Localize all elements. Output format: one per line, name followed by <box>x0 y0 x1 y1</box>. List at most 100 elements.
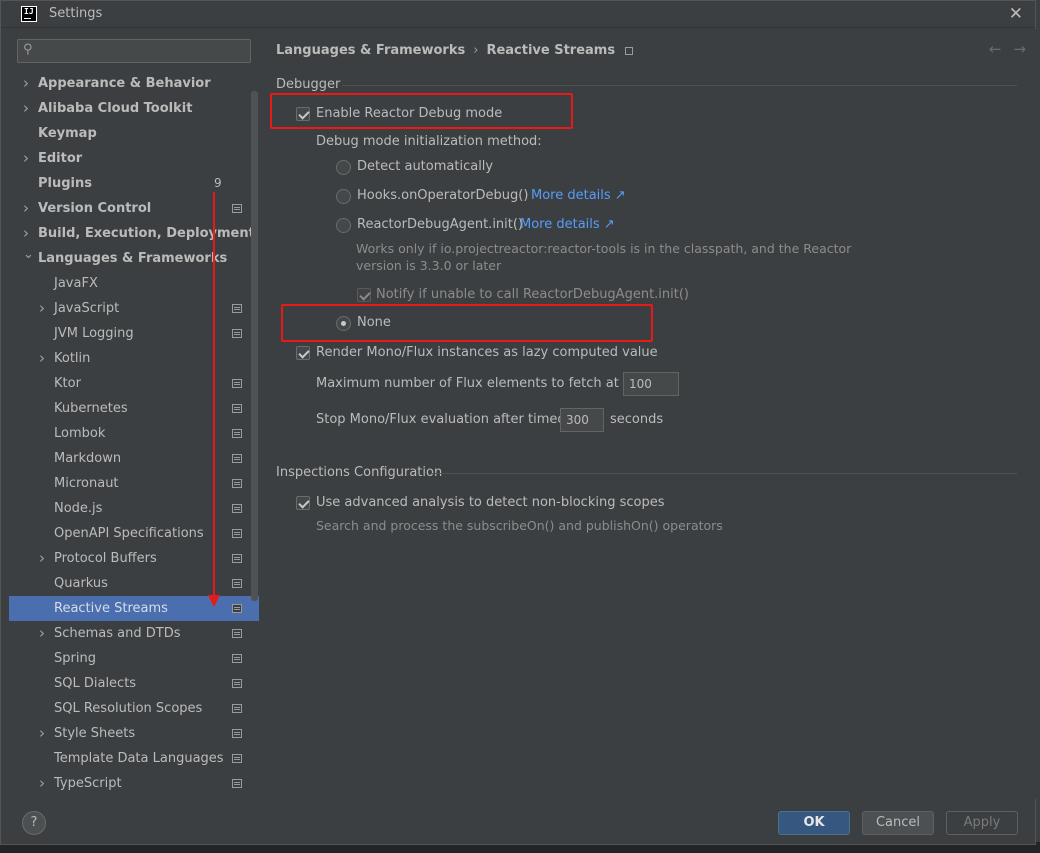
tree-item-openapi-specifications[interactable]: OpenAPI Specifications <box>9 521 259 546</box>
tree-item-label: Appearance & Behavior <box>38 76 211 91</box>
project-scope-icon <box>232 554 242 563</box>
render-lazy-label[interactable]: Render Mono/Flux instances as lazy compu… <box>316 345 658 360</box>
tree-item-version-control[interactable]: › Version Control <box>9 196 259 221</box>
chevron-right-icon[interactable]: › <box>39 621 45 646</box>
project-scope-icon <box>232 504 242 513</box>
tree-item-sql-resolution-scopes[interactable]: SQL Resolution Scopes <box>9 696 259 721</box>
agent-hint-line-1: Works only if io.projectreactor:reactor-… <box>356 241 852 256</box>
tree-item-reactive-streams[interactable]: Reactive Streams <box>9 596 259 621</box>
max-flux-label: Maximum number of Flux elements to fetch… <box>316 376 659 391</box>
timeout-unit: seconds <box>610 412 664 427</box>
tree-item-template-data-languages[interactable]: Template Data Languages <box>9 746 259 771</box>
chevron-right-icon[interactable]: › <box>39 546 45 571</box>
project-scope-icon <box>232 304 242 313</box>
tree-item-quarkus[interactable]: Quarkus <box>9 571 259 596</box>
tree-item-label: OpenAPI Specifications <box>54 526 204 541</box>
inspections-divider <box>432 473 1017 474</box>
tree-item-languages-frameworks[interactable]: ⌄ Languages & Frameworks <box>9 246 259 271</box>
timeout-input[interactable] <box>560 408 604 432</box>
tree-item-kubernetes[interactable]: Kubernetes <box>9 396 259 421</box>
tree-item-label: TypeScript <box>54 776 122 791</box>
help-button[interactable]: ? <box>22 811 46 835</box>
search-box[interactable]: ⚲ <box>17 39 251 63</box>
hooks-more-details-link[interactable]: More details ↗ <box>531 188 626 203</box>
plugins-count-badge: 9 <box>214 176 222 190</box>
chevron-right-icon[interactable]: › <box>39 721 45 746</box>
render-lazy-checkbox[interactable] <box>296 346 310 360</box>
notify-checkbox[interactable] <box>357 288 371 302</box>
tree-item-label: Alibaba Cloud Toolkit <box>38 101 193 116</box>
close-icon[interactable]: ✕ <box>1009 4 1023 24</box>
intellij-icon: IJ <box>21 6 37 22</box>
tree-item-label: Template Data Languages <box>54 751 224 766</box>
tree-item-micronaut[interactable]: Micronaut <box>9 471 259 496</box>
agent-label[interactable]: ReactorDebugAgent.init() <box>357 217 523 232</box>
tree-item-ktor[interactable]: Ktor <box>9 371 259 396</box>
tree-item-label: Reactive Streams <box>54 601 168 616</box>
tree-item-label: Node.js <box>54 501 103 516</box>
tree-scrollbar[interactable] <box>251 91 258 601</box>
chevron-right-icon[interactable]: › <box>23 196 29 221</box>
ok-button[interactable]: OK <box>778 811 850 835</box>
tree-item-jvm-logging[interactable]: JVM Logging <box>9 321 259 346</box>
tree-item-node-js[interactable]: Node.js <box>9 496 259 521</box>
tree-item-appearance-behavior[interactable]: › Appearance & Behavior <box>9 71 259 96</box>
tree-item-lombok[interactable]: Lombok <box>9 421 259 446</box>
tree-item-markdown[interactable]: Markdown <box>9 446 259 471</box>
annotation-arrow-head <box>208 595 220 607</box>
notify-label[interactable]: Notify if unable to call ReactorDebugAge… <box>376 287 689 302</box>
project-scope-icon <box>625 47 634 55</box>
tree-item-spring[interactable]: Spring <box>9 646 259 671</box>
tree-item-javafx[interactable]: JavaFX <box>9 271 259 296</box>
search-input[interactable] <box>42 42 242 60</box>
radio-hooks-on-operator-debug[interactable] <box>336 189 351 204</box>
project-scope-icon <box>232 754 242 763</box>
tree-item-label: Micronaut <box>54 476 119 491</box>
tree-item-label: Keymap <box>38 126 97 141</box>
breadcrumb-parent[interactable]: Languages & Frameworks <box>276 43 465 58</box>
project-scope-icon <box>232 329 242 338</box>
back-arrow-icon[interactable]: ← <box>989 40 1002 58</box>
agent-more-details-link[interactable]: More details ↗ <box>520 217 615 232</box>
tree-item-typescript[interactable]: › TypeScript <box>9 771 259 796</box>
tree-item-label: Lombok <box>54 426 106 441</box>
tree-item-build-execution-deployment[interactable]: › Build, Execution, Deployment <box>9 221 259 246</box>
tree-item-editor[interactable]: › Editor <box>9 146 259 171</box>
chevron-right-icon[interactable]: › <box>23 71 29 96</box>
tree-item-style-sheets[interactable]: › Style Sheets <box>9 721 259 746</box>
apply-button[interactable]: Apply <box>946 811 1018 835</box>
tree-item-plugins[interactable]: Plugins 9 <box>9 171 259 196</box>
max-flux-input[interactable] <box>623 372 679 396</box>
chevron-right-icon[interactable]: › <box>39 296 45 321</box>
tree-item-label: Protocol Buffers <box>54 551 157 566</box>
project-scope-icon <box>232 429 242 438</box>
radio-reactor-debug-agent[interactable] <box>336 218 351 233</box>
advanced-analysis-checkbox[interactable] <box>296 496 310 510</box>
tree-item-protocol-buffers[interactable]: › Protocol Buffers <box>9 546 259 571</box>
tree-item-sql-dialects[interactable]: SQL Dialects <box>9 671 259 696</box>
chevron-right-icon[interactable]: › <box>23 96 29 121</box>
tree-item-label: JavaScript <box>54 301 120 316</box>
annotation-box-none <box>281 304 653 342</box>
project-scope-icon <box>232 579 242 588</box>
project-scope-icon <box>232 204 242 213</box>
tree-item-schemas-and-dtds[interactable]: › Schemas and DTDs <box>9 621 259 646</box>
forward-arrow-icon[interactable]: → <box>1013 40 1026 58</box>
tree-item-alibaba-cloud-toolkit[interactable]: › Alibaba Cloud Toolkit <box>9 96 259 121</box>
window-title: Settings <box>49 6 103 21</box>
advanced-analysis-label[interactable]: Use advanced analysis to detect non-bloc… <box>316 495 665 510</box>
project-scope-icon <box>232 479 242 488</box>
chevron-down-icon[interactable]: ⌄ <box>23 242 34 267</box>
hooks-label[interactable]: Hooks.onOperatorDebug() <box>357 188 528 203</box>
tree-item-label: Style Sheets <box>54 726 136 741</box>
tree-item-kotlin[interactable]: › Kotlin <box>9 346 259 371</box>
cancel-button[interactable]: Cancel <box>862 811 934 835</box>
radio-detect-automatically[interactable] <box>336 160 351 175</box>
chevron-right-icon[interactable]: › <box>39 346 45 371</box>
chevron-right-icon[interactable]: › <box>39 771 45 796</box>
detect-automatically-label[interactable]: Detect automatically <box>357 159 493 174</box>
tree-item-label: JavaFX <box>54 276 98 291</box>
chevron-right-icon[interactable]: › <box>23 146 29 171</box>
tree-item-javascript[interactable]: › JavaScript <box>9 296 259 321</box>
tree-item-keymap[interactable]: Keymap <box>9 121 259 146</box>
